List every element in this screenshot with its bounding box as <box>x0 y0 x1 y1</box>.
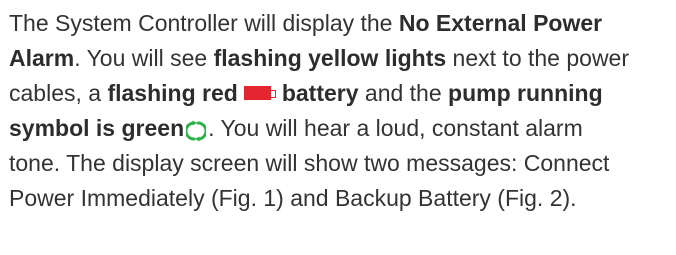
text-run: The System Controller will display the <box>9 10 399 36</box>
paragraph-line-5: tone. The display screen will show two m… <box>9 146 673 181</box>
symbol-is-green-bold: symbol is green <box>9 115 185 141</box>
alarm-name-bold-continued: Alarm <box>9 45 75 71</box>
battery-bold: battery <box>281 80 359 106</box>
alarm-name-bold: No External Power <box>398 10 603 36</box>
pump-running-bold: pump running <box>448 80 603 106</box>
paragraph-line-6: Power Immediately (Fig. 1) and Backup Ba… <box>9 181 673 216</box>
flashing-red-bold: flashing red <box>107 80 238 106</box>
text-run: Power Immediately (Fig. 1) and Backup Ba… <box>9 185 577 211</box>
paragraph-line-1: The System Controller will display the N… <box>9 6 673 41</box>
paragraph-line-3: cables, a flashing red battery and the pu… <box>9 76 673 111</box>
text-run: tone. The display screen will show two m… <box>9 150 610 176</box>
text-run: next to the power <box>446 45 630 71</box>
text-run: cables, a <box>9 80 108 106</box>
pump-running-icon <box>184 117 208 142</box>
alarm-description-paragraph: The System Controller will display the N… <box>9 6 673 216</box>
text-run: . You will see <box>74 45 214 71</box>
flashing-yellow-lights-bold: flashing yellow lights <box>213 45 447 71</box>
paragraph-line-2: Alarm. You will see flashing yellow ligh… <box>9 41 673 76</box>
paragraph-line-4: symbol is green . You will hear a loud, … <box>9 111 673 146</box>
text-run: and the <box>358 80 449 106</box>
battery-icon <box>243 85 278 100</box>
text-run: . You will hear a loud, constant alarm <box>208 115 583 141</box>
